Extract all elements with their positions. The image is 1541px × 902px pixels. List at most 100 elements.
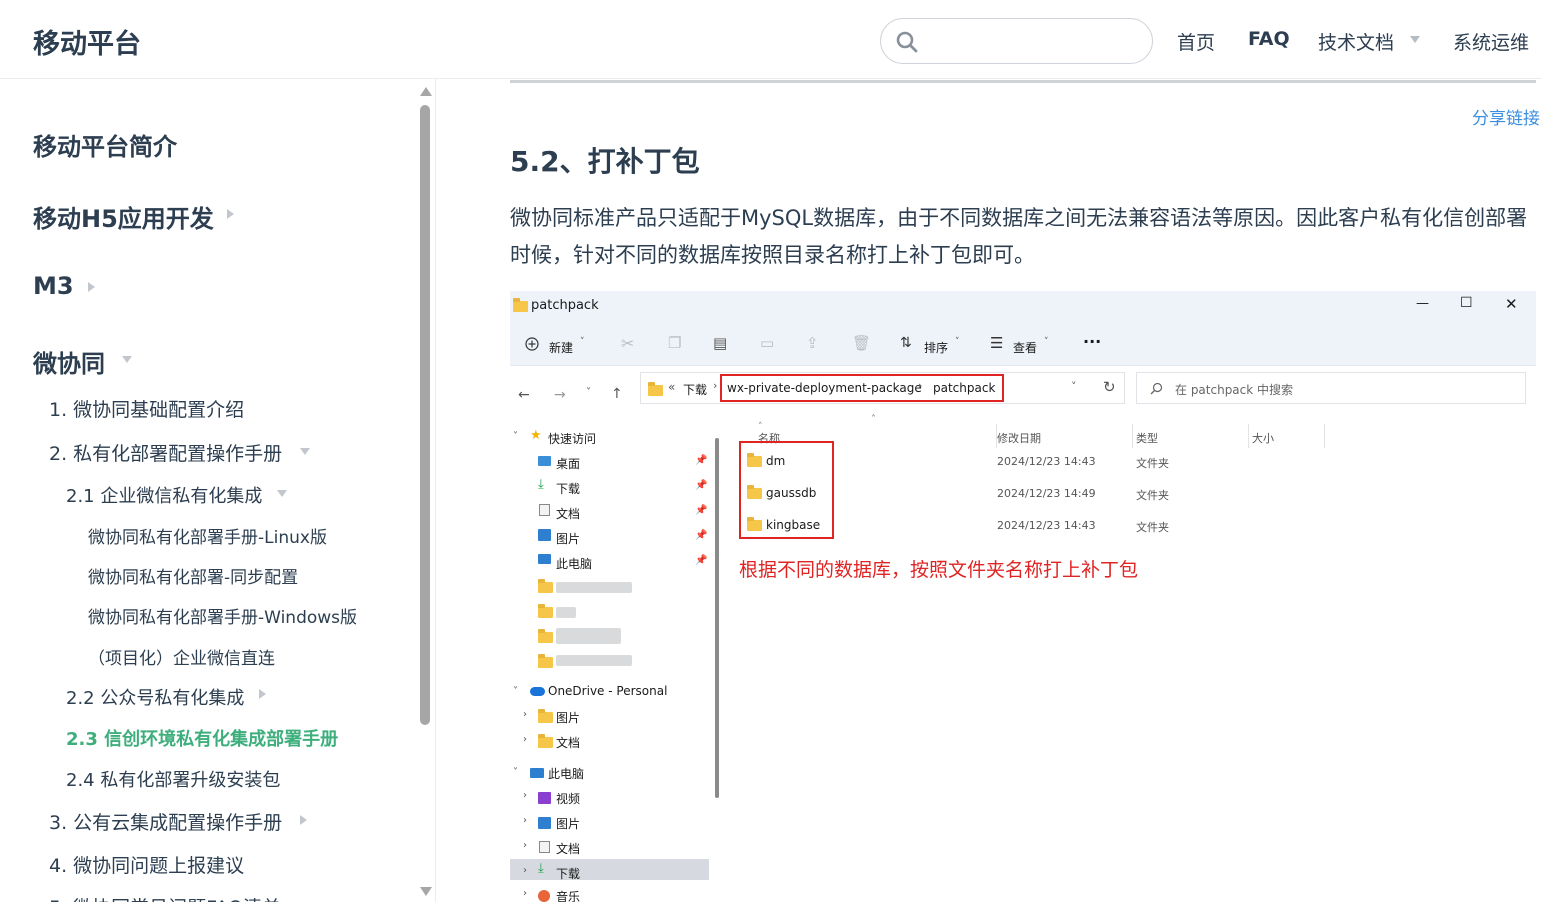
sidebar-section-m3[interactable]: M3 xyxy=(33,272,74,300)
sidebar-item-faq-list[interactable]: 5. 微协同常见问题FAQ清单 xyxy=(49,893,281,902)
column-separator xyxy=(1248,424,1249,448)
nav-pc-pictures: 图片 xyxy=(556,817,581,831)
search-input[interactable] xyxy=(927,27,1137,55)
chevron-right-icon[interactable] xyxy=(88,282,95,292)
maximize-icon: ☐ xyxy=(1460,295,1473,311)
nav-downloads: 下载 xyxy=(556,482,581,496)
music-icon xyxy=(538,890,550,902)
redacted-label xyxy=(556,582,632,593)
nav-this-pc: 此电脑 xyxy=(548,767,585,781)
refresh-icon: ↻ xyxy=(1103,378,1116,396)
sidebar-item-report[interactable]: 4. 微协同问题上报建议 xyxy=(49,851,244,878)
pin-icon: 📌 xyxy=(695,505,708,516)
top-header: 移动平台 首页 FAQ 技术文档 系统运维 xyxy=(0,0,1541,79)
folder-icon xyxy=(648,382,663,396)
plus-circle-icon xyxy=(525,337,539,351)
chevron-down-icon[interactable] xyxy=(1410,36,1420,43)
explorer-nav-pane: ˅ ★ 快速访问 桌面 ⤓ 下载 文档 图片 此电脑 📌 📌 📌 📌 📌 ˅ O… xyxy=(510,422,722,902)
file-type: 文件夹 xyxy=(1136,521,1169,534)
chevron-down-icon: ˅ xyxy=(513,767,518,778)
sidebar-item-mp-private[interactable]: 2.2 公众号私有化集成 xyxy=(66,684,244,710)
nav-quick-access: 快速访问 xyxy=(548,432,597,446)
explorer-file-list: ˄ 名称 ˄ 修改日期 类型 大小 dm 2024/12/23 14:43 文件… xyxy=(734,414,1536,902)
section-paragraph: 微协同标准产品只适配于MySQL数据库，由于不同数据库之间无法兼容语法等原因。因… xyxy=(510,206,1528,267)
more-icon: ··· xyxy=(1083,332,1102,351)
address-highlight-box xyxy=(720,374,1004,402)
explorer-window-title: patchpack xyxy=(531,298,599,313)
pictures-icon xyxy=(538,529,551,541)
sidebar: 移动平台简介 移动H5应用开发 M3 微协同 1. 微协同基础配置介绍 2. 私… xyxy=(0,79,436,902)
share-icon: ⇪ xyxy=(806,334,819,352)
nav-tech-docs[interactable]: 技术文档 xyxy=(1318,28,1394,55)
nav-home[interactable]: 首页 xyxy=(1177,28,1215,55)
nav-pc-music: 音乐 xyxy=(556,890,581,902)
column-separator xyxy=(1324,424,1325,448)
redacted-label xyxy=(556,628,621,644)
column-separator xyxy=(996,424,997,448)
chevron-right-icon[interactable] xyxy=(227,209,234,219)
computer-icon xyxy=(538,554,551,564)
sidebar-section-intro[interactable]: 移动平台简介 xyxy=(33,127,177,162)
chevron-down-icon: ˅ xyxy=(513,431,518,442)
sidebar-item-private-deploy[interactable]: 2. 私有化部署配置操作手册 xyxy=(49,439,282,466)
folder-icon xyxy=(538,734,553,748)
nav-od-pictures: 图片 xyxy=(556,711,581,725)
chevron-down-icon: ˅ xyxy=(580,337,585,347)
toolbar-new: 新建 xyxy=(549,341,574,355)
copy-icon: ❐ xyxy=(668,334,682,352)
pin-icon: 📌 xyxy=(695,530,708,541)
breadcrumb-downloads: 下载 xyxy=(683,383,708,397)
toolbar-sort: 排序 xyxy=(924,341,949,355)
chevron-right-icon: › xyxy=(523,734,527,745)
sidebar-item-sync[interactable]: 微协同私有化部署-同步配置 xyxy=(88,563,298,588)
explorer-search-box: 在 patchpack 中搜索 xyxy=(1136,372,1526,404)
nav-ops[interactable]: 系统运维 xyxy=(1453,28,1529,55)
nav-faq[interactable]: FAQ xyxy=(1248,28,1290,50)
rename-icon: ▭ xyxy=(760,334,775,352)
document-icon xyxy=(539,504,550,516)
sidebar-item-public-cloud[interactable]: 3. 公有云集成配置操作手册 xyxy=(49,808,282,835)
computer-icon xyxy=(530,768,544,778)
chevron-right-icon: › xyxy=(523,815,527,826)
chevron-down-icon[interactable] xyxy=(122,356,132,363)
up-arrow-icon: ↑ xyxy=(611,386,623,402)
sidebar-item-upgrade[interactable]: 2.4 私有化部署升级安装包 xyxy=(66,766,280,792)
sidebar-item-wecom-private[interactable]: 2.1 企业微信私有化集成 xyxy=(66,482,262,508)
search-icon xyxy=(1150,382,1163,395)
scroll-up-arrow-icon[interactable] xyxy=(420,87,432,96)
file-type: 文件夹 xyxy=(1136,457,1169,470)
view-icon: ☰ xyxy=(990,334,1004,352)
explorer-address-row: ← → ˅ ↑ « 下载 › wx-private-deployment-pac… xyxy=(510,367,1536,422)
scrollbar-thumb[interactable] xyxy=(420,105,430,725)
cut-icon: ✂ xyxy=(621,334,635,353)
folder-icon xyxy=(538,604,553,618)
scroll-down-arrow-icon[interactable] xyxy=(420,887,432,896)
sidebar-item-basic-config[interactable]: 1. 微协同基础配置介绍 xyxy=(49,395,244,422)
share-link[interactable]: 分享链接 xyxy=(1472,104,1540,129)
search-box[interactable] xyxy=(880,18,1153,64)
chevron-down-icon: ˅ xyxy=(513,686,518,697)
sort-caret-icon: ˄ xyxy=(871,414,876,425)
sidebar-item-xinchuang-active[interactable]: 2.3 信创环境私有化集成部署手册 xyxy=(66,725,338,751)
sidebar-section-h5[interactable]: 移动H5应用开发 xyxy=(33,199,214,234)
sidebar-section-wxt[interactable]: 微协同 xyxy=(33,344,105,379)
folder-icon xyxy=(513,298,528,312)
breadcrumb-prefix: « xyxy=(668,380,676,394)
forward-arrow-icon: → xyxy=(554,387,566,403)
document-icon xyxy=(539,841,550,853)
chevron-right-icon: › xyxy=(713,379,718,392)
sort-icon: ⇅ xyxy=(900,335,912,351)
site-title[interactable]: 移动平台 xyxy=(33,22,141,61)
folder-icon xyxy=(538,579,553,593)
file-type: 文件夹 xyxy=(1136,489,1169,502)
sidebar-item-linux[interactable]: 微协同私有化部署手册-Linux版 xyxy=(88,523,327,548)
sidebar-scrollbar[interactable] xyxy=(418,87,432,899)
chevron-right-icon[interactable] xyxy=(259,689,266,699)
sidebar-item-direct[interactable]: （项目化）企业微信直连 xyxy=(88,644,275,669)
delete-icon: 🗑 xyxy=(852,334,872,352)
chevron-right-icon[interactable] xyxy=(300,815,307,825)
toolbar-view: 查看 xyxy=(1013,341,1038,355)
sidebar-item-windows[interactable]: 微协同私有化部署手册-Windows版 xyxy=(88,603,357,628)
chevron-down-icon[interactable] xyxy=(277,490,287,497)
chevron-down-icon[interactable] xyxy=(300,448,310,455)
